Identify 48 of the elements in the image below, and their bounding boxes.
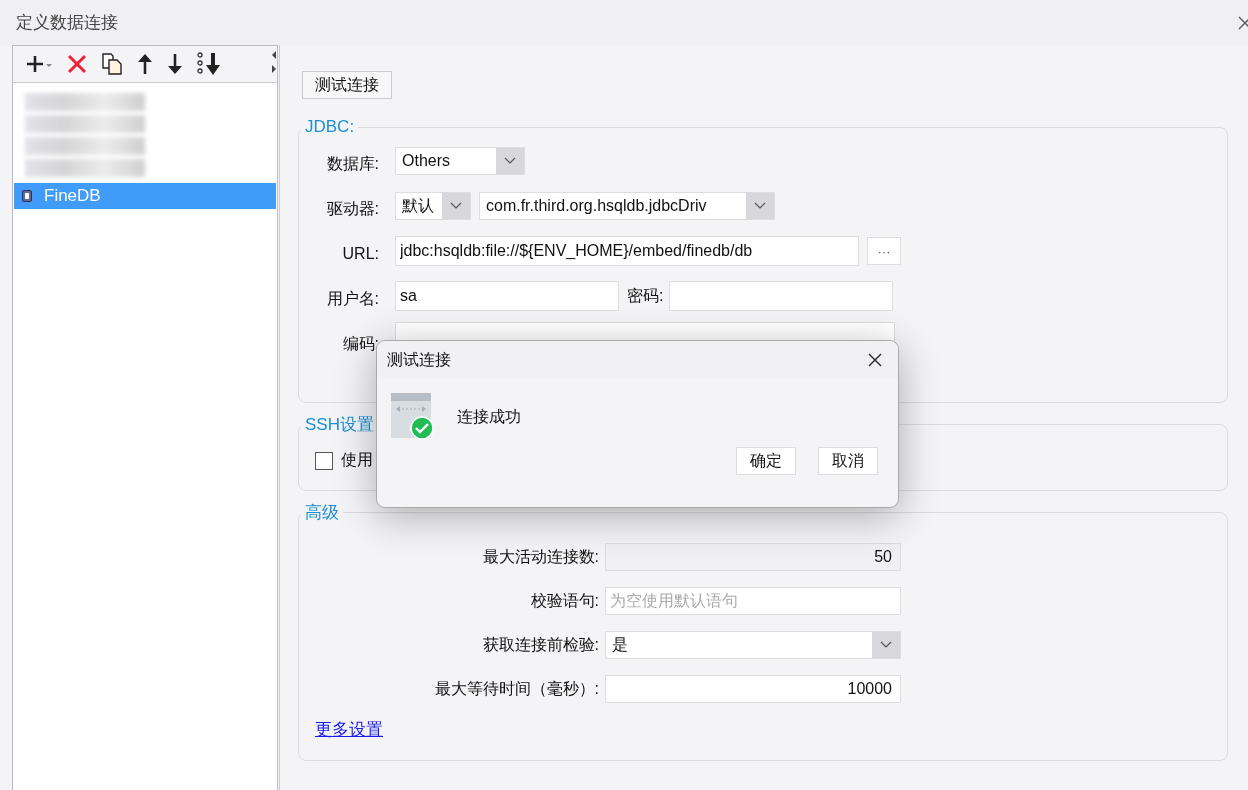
chevron-icon — [880, 641, 892, 649]
url-field[interactable]: jdbc:hsqldb:file://${ENV_HOME}/embed/finedb/db — [395, 236, 859, 266]
scroll-arrows-icon[interactable] — [271, 50, 277, 74]
chevron-icon — [504, 157, 516, 165]
field-label: 驱动器: — [325, 198, 379, 219]
dialog-title: 测试连接 — [387, 349, 451, 370]
field-label: 最大等待时间（毫秒）: — [433, 678, 599, 699]
username-field[interactable]: sa — [395, 281, 619, 311]
cancel-button[interactable]: 取消 — [818, 447, 878, 475]
driver-mode-select[interactable]: 默认 — [395, 192, 471, 220]
field-label: URL: — [341, 244, 379, 263]
field-label: 用户名: — [325, 288, 379, 309]
connection-success-icon — [391, 393, 435, 441]
number-field[interactable]: 10000 — [605, 675, 901, 703]
text-field[interactable]: 为空使用默认语句 — [605, 587, 901, 615]
chevron-icon — [754, 202, 766, 210]
database-icon — [22, 190, 32, 202]
password-field[interactable] — [669, 281, 894, 311]
more-settings-link[interactable]: 更多设置 — [315, 718, 383, 741]
copy-icon[interactable] — [101, 53, 123, 75]
field-label: 数据库: — [325, 153, 379, 174]
group-legend: SSH设置 — [301, 413, 378, 436]
checkbox[interactable] — [315, 451, 333, 470]
group-legend: JDBC: — [301, 117, 359, 137]
delete-icon[interactable] — [67, 54, 87, 74]
field-label: 校验语句: — [529, 590, 599, 611]
database-select[interactable]: Others — [395, 147, 525, 175]
dialog-message: 连接成功 — [457, 406, 521, 427]
checkbox-label: 使用 — [341, 450, 373, 470]
close-icon[interactable] — [1238, 15, 1248, 30]
group-legend: 高级 — [301, 501, 343, 524]
number-field[interactable]: 50 — [605, 543, 901, 571]
move-bottom-icon[interactable] — [197, 52, 223, 76]
test-connection-button[interactable]: 测试连接 — [302, 71, 392, 99]
field-label: 最大活动连接数: — [481, 546, 599, 567]
browse-button[interactable]: ··· — [867, 237, 901, 265]
ok-button[interactable]: 确定 — [736, 447, 796, 475]
window-title: 定义数据连接 — [16, 12, 118, 34]
driver-select[interactable]: com.fr.third.org.hsqldb.jdbcDriv — [479, 192, 775, 220]
field-label: 获取连接前检验: — [481, 634, 599, 655]
close-icon[interactable] — [868, 353, 882, 367]
field-label: 编码: — [341, 333, 379, 354]
field-label: 密码: — [627, 285, 664, 306]
down-arrow-icon[interactable] — [167, 53, 183, 75]
connection-name: FineDB — [44, 186, 101, 206]
up-arrow-icon[interactable] — [137, 53, 153, 75]
select-field[interactable]: 是 — [605, 631, 901, 659]
chevron-icon — [450, 202, 462, 210]
